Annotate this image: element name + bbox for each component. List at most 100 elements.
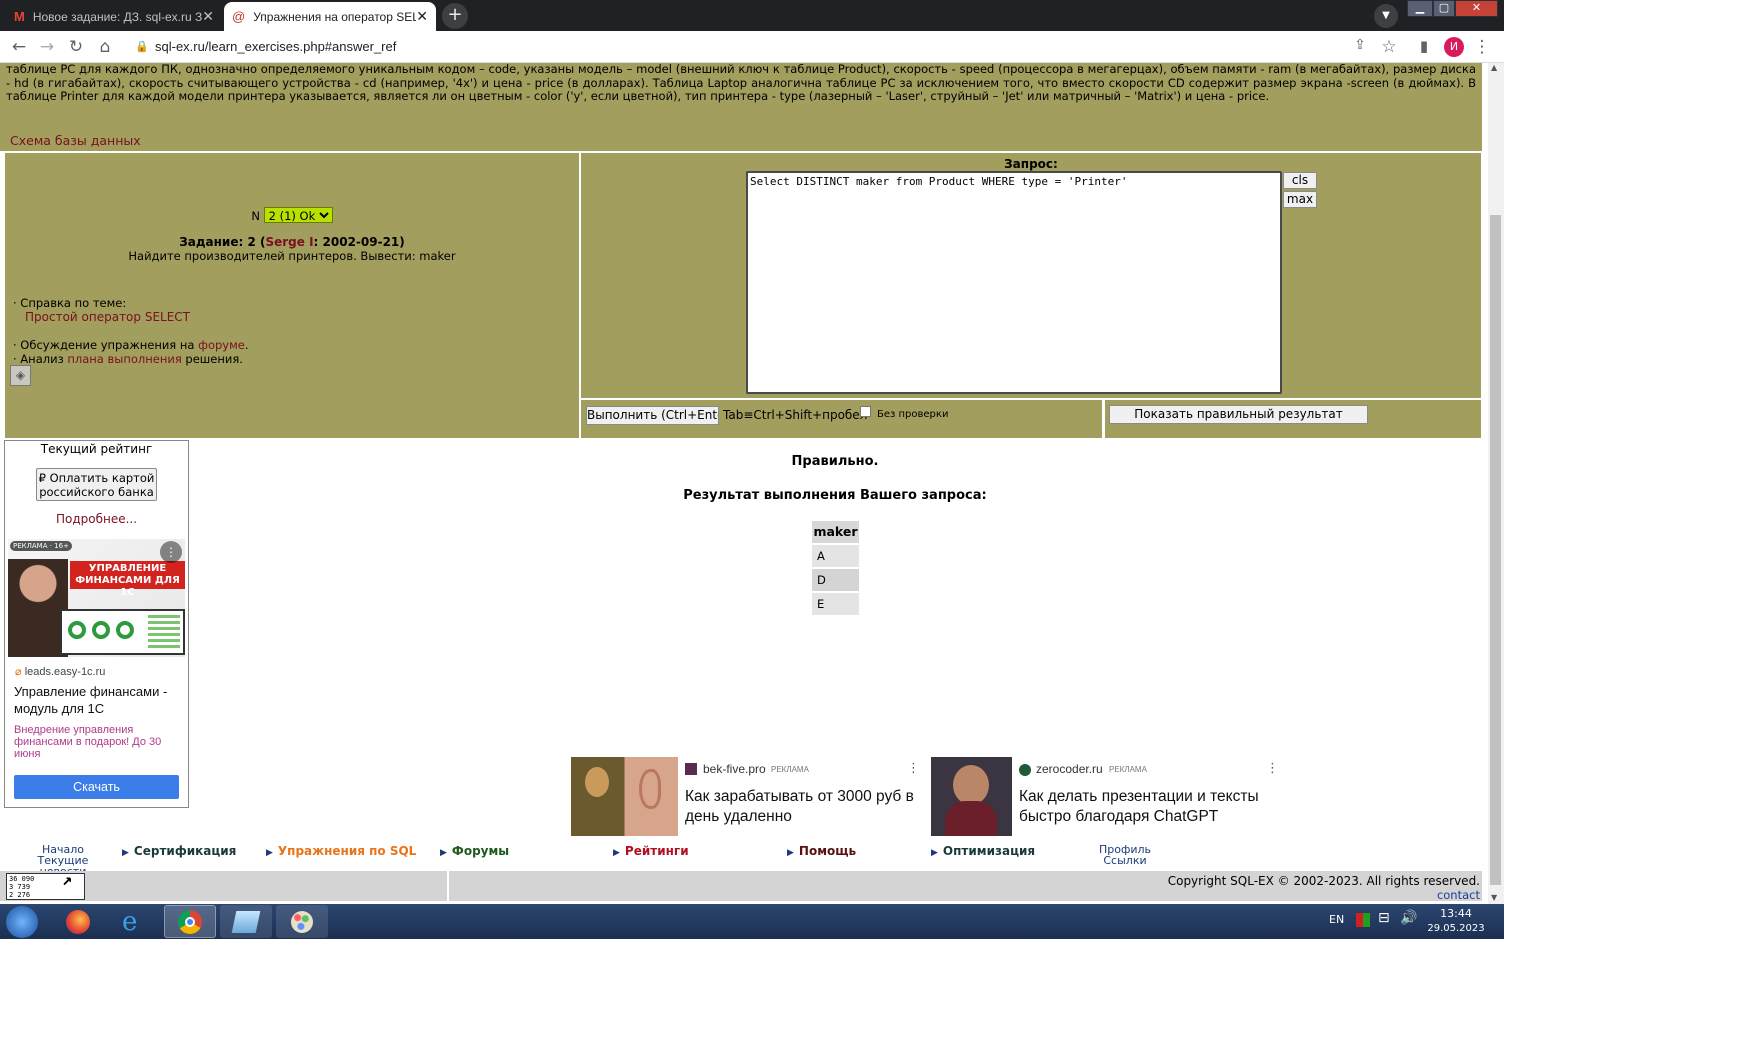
query-panel: Запрос: cls max	[581, 153, 1481, 398]
side-panel-icon[interactable]: ▮	[1414, 37, 1434, 55]
forward-icon[interactable]: →	[37, 37, 57, 57]
task-title: Задание: 2 (Serge I: 2002-09-21)	[179, 235, 405, 249]
lock-icon[interactable]: 🔒	[132, 40, 152, 53]
ad-card-1-title: Как зарабатывать от 3000 руб в день удал…	[685, 788, 914, 825]
ad-card-2-more-icon[interactable]: ⋮	[1266, 761, 1279, 776]
firefox-icon[interactable]	[52, 905, 104, 938]
back-icon[interactable]: ←	[9, 37, 29, 57]
volume-icon[interactable]: 🔊	[1400, 910, 1417, 926]
ad-card-2-image	[931, 757, 1012, 836]
nav-links-link[interactable]: Ссылки	[1095, 855, 1155, 866]
footer-bar: 36 090 3 739 2 276 ↗ Copyright SQL-EX © …	[0, 871, 1482, 902]
cls-button[interactable]: cls	[1283, 172, 1317, 189]
forum-link[interactable]: форуме	[198, 338, 245, 352]
show-result-button[interactable]: Показать правильный результат	[1109, 405, 1368, 424]
max-button[interactable]: max	[1283, 191, 1317, 208]
help-label: · Справка по теме:	[13, 296, 127, 310]
copyright: Copyright SQL-EX © 2002-2023. All rights…	[1167, 874, 1480, 888]
scroll-thumb[interactable]	[1490, 215, 1501, 885]
address-bar[interactable]: sql-ex.ru/learn_exercises.php#answer_ref	[155, 36, 1405, 58]
scroll-up-icon[interactable]: ▲	[1491, 63, 1497, 72]
close-icon[interactable]: ✕	[416, 8, 428, 25]
plan-line: · Анализ плана выполнения решения.	[13, 352, 243, 366]
description-text: таблице PC для каждого ПК, однозначно оп…	[6, 63, 1476, 104]
task-author-link[interactable]: Serge I	[265, 235, 313, 249]
contact-link[interactable]: contact	[1400, 888, 1480, 902]
ad-card-1-favicon	[685, 763, 697, 775]
clock-time[interactable]: 13:44	[1426, 907, 1486, 920]
reload-icon[interactable]: ↻	[66, 37, 86, 57]
sqlex-icon: @	[232, 9, 246, 24]
task-select[interactable]: 2 (1) Ok	[263, 207, 333, 223]
visit-counter[interactable]: 36 090 3 739 2 276 ↗	[6, 872, 85, 900]
network-icon[interactable]: ⊟	[1378, 910, 1390, 926]
tab-sqlex[interactable]: @ Упражнения на оператор SELEC ✕	[224, 2, 436, 31]
show-result-row: Показать правильный результат	[1105, 400, 1481, 438]
result-table: maker ADE	[812, 521, 859, 615]
run-button[interactable]: Выполнить (Ctrl+Enter)	[586, 406, 719, 425]
ad-card-1[interactable]: bek-five.pro РЕКЛАМА ⋮ Как зарабатывать …	[571, 757, 926, 836]
bookmark-star-icon[interactable]: ☆	[1379, 37, 1399, 57]
help-link[interactable]: Простой оператор SELECT	[25, 310, 190, 324]
diamond-icon[interactable]: ◈	[10, 365, 31, 386]
triangle-icon: ▶	[787, 848, 794, 858]
nav-exercises[interactable]: ▶ Упражнения по SQL	[266, 844, 416, 858]
start-button-icon[interactable]	[6, 906, 38, 938]
clock-date[interactable]: 29.05.2023	[1426, 923, 1486, 934]
result-row: A	[812, 545, 859, 567]
new-tab-button[interactable]: +	[442, 3, 468, 29]
chrome-icon[interactable]	[164, 905, 216, 938]
nav-optimization[interactable]: ▶ Оптимизация	[931, 844, 1035, 858]
ad-download-button[interactable]: Скачать	[14, 775, 179, 799]
ad-image[interactable]: РЕКЛАМА · 16+ УПРАВЛЕНИЕ ФИНАНСАМИ ДЛЯ 1…	[8, 539, 185, 657]
close-icon[interactable]: ✕	[202, 8, 214, 25]
nav-forums[interactable]: ▶ Форумы	[440, 844, 509, 858]
plan-link[interactable]: плана выполнения	[67, 352, 181, 366]
result-column-header: maker	[812, 521, 859, 543]
ad-card-2-domain: zerocoder.ru	[1036, 762, 1103, 776]
internet-explorer-icon[interactable]: e	[108, 905, 160, 938]
result-heading: Результат выполнения Вашего запроса:	[683, 488, 987, 503]
result-status: Правильно.	[791, 454, 879, 469]
query-editor[interactable]	[746, 171, 1282, 394]
notepad-icon[interactable]	[220, 905, 272, 938]
home-icon[interactable]: ⌂	[95, 37, 115, 57]
scroll-down-icon[interactable]: ▼	[1491, 893, 1497, 902]
tab-gmail[interactable]: M Новое задание: ДЗ. sql-ex.ru За ✕	[6, 2, 222, 31]
maximize-button[interactable]: ▢	[1433, 0, 1455, 17]
more-link[interactable]: Подробнее...	[5, 512, 188, 526]
tab-bar: M Новое задание: ДЗ. sql-ex.ru За ✕ @ Уп…	[0, 0, 1504, 31]
page-scrollbar[interactable]: ▲ ▼	[1488, 63, 1504, 905]
query-label: Запрос:	[1004, 157, 1058, 171]
schema-link[interactable]: Схема базы данных	[10, 133, 141, 148]
person-photo	[8, 559, 68, 657]
paint-icon[interactable]	[276, 905, 328, 938]
flag-icon[interactable]	[1356, 913, 1370, 927]
task-text: Найдите производителей принтеров. Вывест…	[128, 249, 456, 263]
share-icon[interactable]: ⇪	[1350, 37, 1370, 53]
ad-banner: УПРАВЛЕНИЕ ФИНАНСАМИ ДЛЯ 1С	[70, 561, 185, 598]
nocheck-checkbox[interactable]	[860, 406, 871, 417]
pay-card-button[interactable]: ₽ Оплатить картой российского банка	[36, 468, 157, 501]
ad-title[interactable]: Управление финансами - модуль для 1С	[14, 683, 184, 717]
ad-more-icon[interactable]: ⋮	[160, 541, 182, 563]
minimize-button[interactable]: ▁	[1407, 0, 1433, 17]
nav-ratings[interactable]: ▶ Рейтинги	[613, 844, 689, 858]
ad-card-2[interactable]: zerocoder.ru РЕКЛАМА ⋮ Как делать презен…	[931, 757, 1285, 836]
language-indicator[interactable]: EN	[1329, 913, 1344, 926]
triangle-icon: ▶	[440, 848, 447, 858]
nav-certification[interactable]: ▶ Сертификация	[122, 844, 236, 858]
ad-domain: ⌀ leads.easy-1c.ru	[15, 666, 106, 678]
ad-card-1-label: РЕКЛАМА	[771, 765, 809, 774]
footer-divider	[447, 871, 449, 901]
menu-kebab-icon[interactable]: ⋮	[1472, 37, 1492, 57]
nav-profile-block: Профиль Ссылки	[1095, 844, 1155, 866]
run-row: Выполнить (Ctrl+Enter) Tab≡Ctrl+Shift+пр…	[581, 400, 1102, 438]
close-window-button[interactable]: ✕	[1455, 0, 1498, 17]
nav-help[interactable]: ▶ Помощь	[787, 844, 856, 858]
triangle-icon: ▶	[266, 848, 273, 858]
tab-search-icon[interactable]: ▼	[1374, 4, 1398, 28]
ad-card-1-more-icon[interactable]: ⋮	[907, 761, 920, 776]
tab-hint: Tab≡Ctrl+Shift+пробел	[723, 408, 868, 422]
profile-avatar[interactable]: И	[1444, 37, 1464, 57]
